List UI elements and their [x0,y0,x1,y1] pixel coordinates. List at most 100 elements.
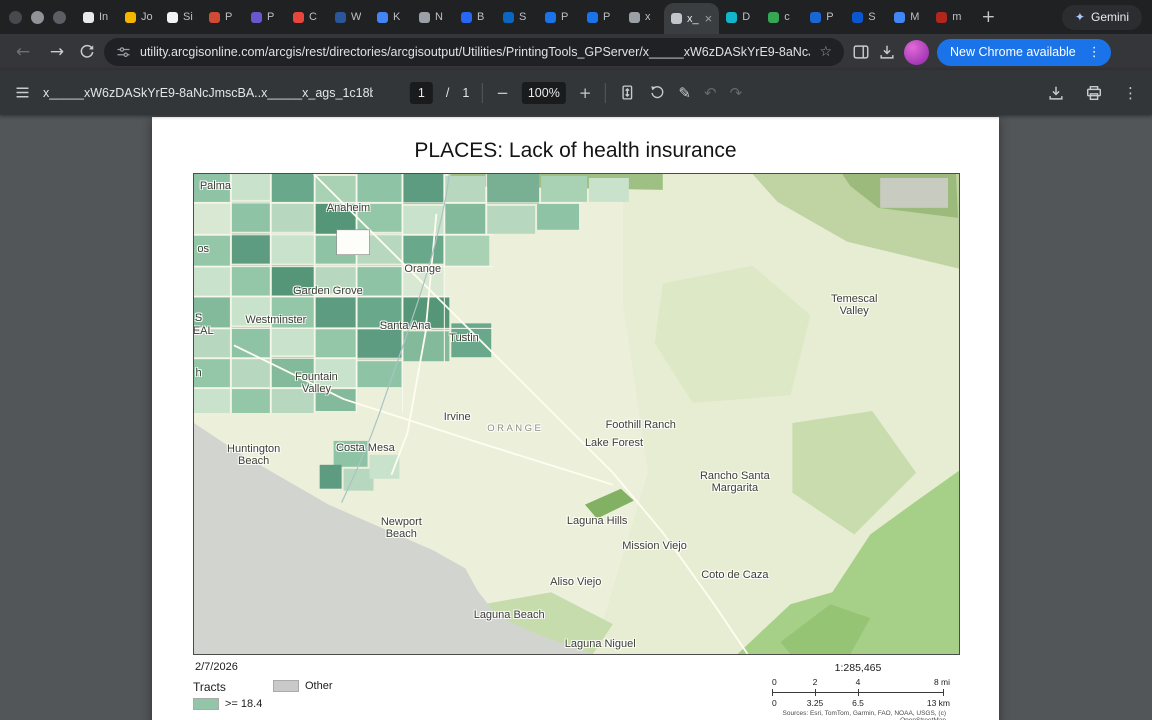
zoom-in-icon[interactable]: + [579,84,592,102]
browser-tab[interactable]: Jo [118,0,160,34]
pdf-controls: / 1 − 100% + ✎ ↶ ↷ [409,81,743,104]
map-label-santa-ana: Santa Ana [379,320,431,333]
browser-tab[interactable]: W [328,0,370,34]
pdf-page: PLACES: Lack of health insurance Palma A… [152,117,999,720]
browser-tab-active[interactable]: x_ × [664,3,720,34]
gemini-button[interactable]: ✦ Gemini [1061,4,1142,30]
browser-window: In Jo Si P P C W K N B S P Px x_ × Dc P S Mm + ✦ Gemini ← … [0,0,1152,720]
downloads-icon[interactable] [878,43,896,61]
browser-tab[interactable]: P [202,0,244,34]
back-icon[interactable]: ← [10,42,36,62]
pdf-menu-icon[interactable] [14,84,31,101]
tab-strip-tabs: In Jo Si P P C W K N B S P Px x_ × Dc P S Mm [76,0,971,34]
annotate-pen-icon[interactable]: ✎ [678,84,691,102]
tab-favicon [419,11,430,23]
scale-km-tick: 3.25 [806,698,824,708]
tab-title: C [309,11,317,23]
map-label-os: os [197,242,209,255]
map-label-lake-forest: Lake Forest [584,436,644,449]
browser-tab[interactable]: S [496,0,538,34]
map-label-temescal-valley: Temescal Valley [830,292,878,317]
map-label-foothill-ranch: Foothill Ranch [605,418,676,431]
rotate-icon[interactable] [648,84,665,101]
tab-title: S [519,11,527,23]
divider [604,82,606,103]
browser-tab[interactable]: M [887,0,929,34]
tab-favicon [852,11,864,23]
map-label-laguna-niguel: Laguna Niguel [564,638,636,651]
pdf-viewport[interactable]: PLACES: Lack of health insurance Palma A… [0,115,1152,720]
window-control-icon[interactable] [9,10,22,24]
browser-tab[interactable]: Si [160,0,202,34]
browser-tab[interactable]: S [845,0,887,34]
update-chrome-button[interactable]: New Chrome available ⋮ [937,38,1111,66]
address-bar[interactable]: utility.arcgisonline.com/arcgis/rest/dir… [104,38,844,66]
tab-favicon [810,11,822,23]
forward-icon[interactable]: → [44,42,70,62]
map-label-tustin: Tustin [449,332,479,345]
bookmark-star-icon[interactable]: ☆ [819,44,832,60]
pdf-toolbar-right: ⋮ [1047,84,1138,102]
legend-swatch-other [273,680,299,692]
browser-tab[interactable]: N [412,0,454,34]
map-label-aliso-viejo: Aliso Viejo [550,575,602,588]
browser-tab[interactable]: K [370,0,412,34]
browser-toolbar: ← → utility.arcgisonline.com/arcgis/rest… [0,34,1152,70]
side-panel-icon[interactable] [852,43,870,61]
browser-tab[interactable]: P [244,0,286,34]
legend-heading: Tracts [193,680,226,694]
site-info-icon[interactable] [116,45,131,60]
browser-tab[interactable]: In [76,0,118,34]
redo-icon[interactable]: ↷ [730,84,743,102]
map-label-costa-mesa: Costa Mesa [336,442,395,455]
new-tab-button[interactable]: + [971,7,1005,27]
tab-close-icon[interactable]: × [705,11,713,26]
tab-favicon [125,11,136,23]
tab-favicon [503,11,514,23]
scale-km-tick: 6.5 [852,698,864,708]
scale-bar: 0 2 4 8 mi 0 3.25 6.5 13 km [772,676,950,710]
map-label-fountain-valley: Fountain Valley [294,371,338,396]
browser-tab[interactable]: m [929,0,971,34]
pill-kebab-icon[interactable]: ⋮ [1084,45,1105,60]
page-number-input[interactable] [409,81,433,104]
zoom-out-icon[interactable]: − [496,84,509,102]
browser-tab[interactable]: c [761,0,803,34]
fit-page-icon[interactable] [618,84,635,101]
gemini-label: Gemini [1090,10,1129,24]
tab-title: In [99,11,109,23]
scale-km-tick: 13 km [926,698,950,708]
window-control-icon[interactable] [31,10,44,24]
browser-tab[interactable]: P [803,0,845,34]
tab-title: m [952,11,962,23]
divider [482,82,484,103]
tab-favicon [936,11,948,23]
page-total: 1 [462,85,470,100]
tab-title: B [477,11,485,23]
page-separator: / [445,85,450,100]
tab-title: c [784,11,790,23]
map-label-coto-de-caza: Coto de Caza [701,569,769,582]
scale-mi-tick: 0 [772,677,777,687]
undo-icon[interactable]: ↶ [704,84,717,102]
tab-favicon [83,11,94,23]
browser-tab[interactable]: P [580,0,622,34]
reload-icon[interactable] [78,43,96,61]
more-options-icon[interactable]: ⋮ [1123,84,1138,102]
browser-tab[interactable]: C [286,0,328,34]
map-label-palma: Palma [199,179,231,192]
profile-avatar[interactable] [904,39,929,65]
browser-tab[interactable]: x [622,0,664,34]
map-label-garden-grove: Garden Grove [293,284,363,297]
zoom-level[interactable]: 100% [521,81,566,104]
browser-tab[interactable]: B [454,0,496,34]
window-control-icon[interactable] [53,10,66,24]
browser-tab[interactable]: D [719,0,761,34]
browser-tab[interactable]: P [538,0,580,34]
tab-favicon [461,11,472,23]
scale-km-tick: 0 [772,698,777,708]
tab-title: P [603,11,611,23]
download-icon[interactable] [1047,84,1065,102]
tab-favicon [251,11,262,23]
print-icon[interactable] [1085,84,1103,102]
